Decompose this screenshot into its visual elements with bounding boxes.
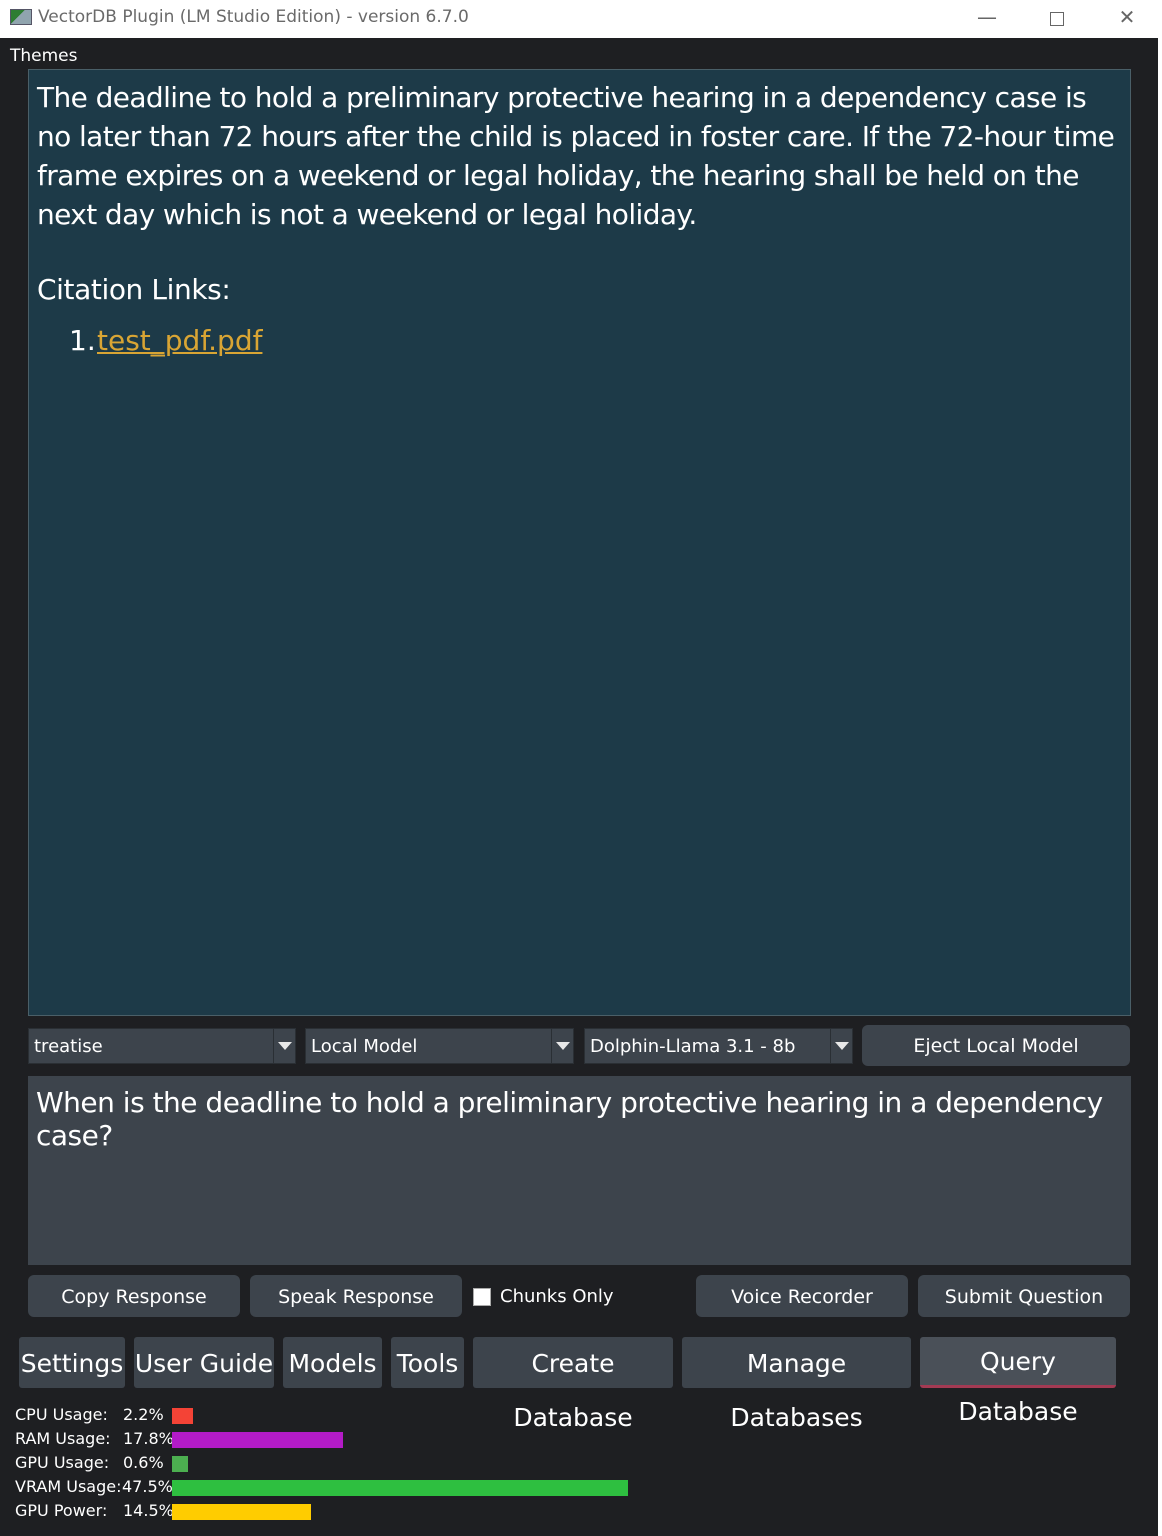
model-select[interactable]: Dolphin-Llama 3.1 - 8b	[584, 1028, 853, 1064]
model-select-value: Dolphin-Llama 3.1 - 8b	[590, 1036, 796, 1057]
ram-usage-bar	[172, 1432, 343, 1448]
tab-manage-databases[interactable]: Manage Databases	[682, 1337, 911, 1432]
citation-number: 1.	[69, 324, 96, 357]
maximize-button[interactable]	[1022, 0, 1092, 36]
stat-label: GPU Usage:	[15, 1453, 110, 1472]
stat-label: GPU Power:	[15, 1501, 108, 1520]
model-source-select[interactable]: Local Model	[305, 1028, 574, 1064]
database-select-value: treatise	[34, 1036, 103, 1057]
voice-recorder-button[interactable]: Voice Recorder	[696, 1275, 908, 1317]
window-border	[1158, 38, 1162, 1536]
question-input[interactable]: When is the deadline to hold a prelimina…	[28, 1076, 1131, 1265]
window-title: VectorDB Plugin (LM Studio Edition) - ve…	[38, 7, 469, 27]
submit-question-button[interactable]: Submit Question	[918, 1275, 1130, 1317]
copy-response-button[interactable]: Copy Response	[28, 1275, 240, 1317]
model-source-select-value: Local Model	[311, 1036, 418, 1057]
stat-value: 14.5%	[123, 1501, 174, 1520]
chevron-down-icon[interactable]	[551, 1029, 573, 1063]
stat-value: 2.2%	[123, 1405, 164, 1424]
stat-value: 0.6%	[123, 1453, 164, 1472]
tab-models[interactable]: Models	[283, 1337, 382, 1388]
stat-value: 47.5%	[122, 1477, 173, 1496]
tab-user-guide[interactable]: User Guide	[134, 1337, 274, 1388]
chunks-only-checkbox[interactable]	[473, 1288, 491, 1306]
database-select[interactable]: treatise	[28, 1028, 296, 1064]
maximize-icon	[1050, 11, 1064, 26]
speak-response-button[interactable]: Speak Response	[250, 1275, 462, 1317]
eject-local-model-button[interactable]: Eject Local Model	[862, 1025, 1130, 1066]
chevron-down-icon[interactable]	[273, 1029, 295, 1063]
app-icon	[10, 9, 32, 25]
tab-tools[interactable]: Tools	[391, 1337, 464, 1388]
citation-item: 1.test_pdf.pdf	[69, 324, 1120, 357]
tab-query-database[interactable]: Query Database	[920, 1337, 1116, 1426]
stat-label: RAM Usage:	[15, 1429, 111, 1448]
citation-link[interactable]: test_pdf.pdf	[97, 324, 262, 357]
close-button[interactable]: ✕	[1092, 0, 1162, 36]
vram-usage-bar	[172, 1480, 628, 1496]
gpu-usage-bar	[172, 1456, 188, 1472]
stat-label: CPU Usage:	[15, 1405, 108, 1424]
title-bar: VectorDB Plugin (LM Studio Edition) - ve…	[0, 0, 1162, 38]
menu-themes[interactable]: Themes	[10, 46, 78, 66]
menu-bar: Themes	[0, 38, 1158, 70]
citation-heading: Citation Links:	[37, 273, 231, 306]
chunks-only-label[interactable]: Chunks Only	[500, 1286, 614, 1307]
response-text: The deadline to hold a preliminary prote…	[37, 81, 1115, 231]
minimize-button[interactable]: —	[952, 0, 1022, 36]
chevron-down-icon[interactable]	[830, 1029, 852, 1063]
citation-list: 1.test_pdf.pdf	[37, 324, 1120, 357]
response-display[interactable]: The deadline to hold a preliminary prote…	[28, 69, 1131, 1016]
tab-create-database[interactable]: Create Database	[473, 1337, 673, 1432]
stat-label: VRAM Usage:	[15, 1477, 122, 1496]
gpu-power-bar	[172, 1504, 312, 1520]
tab-settings[interactable]: Settings	[19, 1337, 125, 1388]
stat-value: 17.8%	[123, 1429, 174, 1448]
cpu-usage-bar	[172, 1408, 194, 1424]
